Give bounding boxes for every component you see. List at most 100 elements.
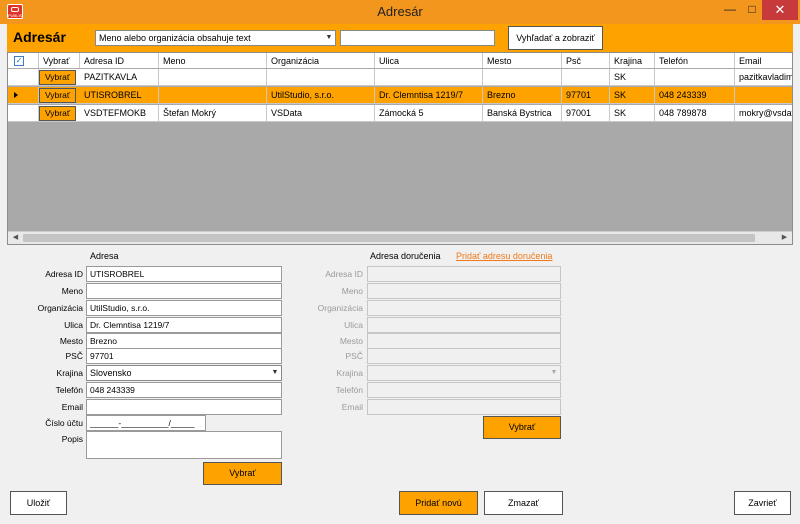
table-cell[interactable]: 048 243339	[655, 87, 735, 103]
search-button[interactable]: Vyhľadať a zobraziť	[508, 26, 603, 50]
address-id-label: Adresa ID	[45, 269, 83, 279]
table-cell[interactable]: pazitkavladimir@	[735, 69, 792, 85]
row-header-cell	[8, 105, 39, 121]
search-input[interactable]	[340, 30, 495, 46]
table-cell[interactable]: 97001	[562, 105, 610, 121]
table-cell[interactable]	[159, 87, 267, 103]
minimize-icon[interactable]: —	[718, 0, 742, 20]
close-icon[interactable]: ✕	[762, 0, 798, 20]
street-label: Ulica	[64, 320, 83, 330]
table-cell[interactable]: mokry@vsdata.s	[735, 105, 792, 121]
street-field[interactable]: Dr. Clemntisa 1219/7	[86, 317, 282, 333]
delivery-email-label: Email	[341, 402, 363, 412]
delete-button[interactable]: Zmazať	[484, 491, 563, 515]
table-cell[interactable]: UTISROBREL	[80, 87, 159, 103]
delivery-country-select: ▼	[367, 365, 561, 381]
organization-field[interactable]: UtilStudio, s.r.o.	[86, 300, 282, 316]
name-field[interactable]	[86, 283, 282, 299]
table-cell[interactable]: PAZITKAVLA	[80, 69, 159, 85]
toolbar-title: Adresár	[13, 29, 66, 45]
table-row[interactable]: Vybrať PAZITKAVLA SK pazitkavladimir@	[8, 69, 792, 86]
delivery-zip-label: PSČ	[345, 351, 363, 361]
table-cell[interactable]: Zámocká 5	[375, 105, 483, 121]
note-label: Popis	[61, 434, 83, 444]
table-cell[interactable]	[562, 69, 610, 85]
close-button[interactable]: Zavrieť	[734, 491, 791, 515]
delivery-city-field	[367, 333, 561, 349]
row-select-button[interactable]: Vybrať	[39, 88, 76, 103]
table-cell[interactable]: VSData	[267, 105, 375, 121]
delivery-name-label: Meno	[341, 286, 363, 296]
table-cell[interactable]: 048 789878	[655, 105, 735, 121]
filter-select[interactable]: Meno alebo organizácia obsahuje text ▼	[95, 30, 336, 46]
horizontal-scrollbar[interactable]: ◀ ▶	[8, 231, 792, 244]
table-cell[interactable]: Dr. Clemntisa 1219/7	[375, 87, 483, 103]
column-header[interactable]: Ulica	[375, 53, 483, 68]
scroll-left-icon[interactable]: ◀	[9, 232, 22, 244]
table-cell[interactable]: UtilStudio, s.r.o.	[267, 87, 375, 103]
email-field[interactable]	[86, 399, 282, 415]
address-select-button[interactable]: Vybrať	[203, 462, 282, 485]
table-cell[interactable]: Banská Bystrica	[483, 105, 562, 121]
city-field[interactable]: Brezno	[86, 333, 282, 349]
column-header[interactable]: Email	[735, 53, 792, 68]
table-cell[interactable]	[267, 69, 375, 85]
chevron-down-icon: ▼	[550, 369, 558, 376]
delivery-email-field	[367, 399, 561, 415]
zip-field[interactable]: 97701	[86, 348, 282, 364]
scroll-right-icon[interactable]: ▶	[778, 232, 791, 244]
table-cell[interactable]	[159, 69, 267, 85]
add-delivery-address-link[interactable]: Pridať adresu doručenia	[456, 251, 552, 261]
current-row-pointer-icon	[14, 92, 18, 98]
phone-label: Telefón	[55, 385, 83, 395]
table-cell[interactable]	[483, 69, 562, 85]
table-cell[interactable]: 97701	[562, 87, 610, 103]
row-select-button[interactable]: Vybrať	[39, 70, 76, 85]
delivery-address-id-label: Adresa ID	[325, 269, 363, 279]
add-new-button[interactable]: Pridať novú	[399, 491, 478, 515]
column-header[interactable]: Adresa ID	[80, 53, 159, 68]
save-button[interactable]: Uložiť	[10, 491, 67, 515]
table-cell[interactable]	[375, 69, 483, 85]
row-header-cell	[8, 87, 39, 103]
table-cell[interactable]: SK	[610, 87, 655, 103]
account-number-field[interactable]: ______-__________/_____	[86, 415, 206, 431]
country-select[interactable]: Slovensko ▼	[86, 365, 282, 381]
select-all-checkbox[interactable]: ✓	[14, 56, 24, 66]
delivery-street-label: Ulica	[344, 320, 363, 330]
country-label: Krajina	[56, 368, 83, 378]
column-header[interactable]: Organizácia	[267, 53, 375, 68]
window-title: Adresár	[377, 4, 423, 19]
delivery-select-button[interactable]: Vybrať	[483, 416, 561, 439]
phone-field[interactable]: 048 243339	[86, 382, 282, 398]
row-select-button[interactable]: Vybrať	[39, 106, 76, 121]
address-id-field[interactable]: UTISROBREL	[86, 266, 282, 282]
column-header[interactable]: Telefón	[655, 53, 735, 68]
table-cell[interactable]: Štefan Mokrý	[159, 105, 267, 121]
column-header[interactable]: Mesto	[483, 53, 562, 68]
table-cell[interactable]: SK	[610, 105, 655, 121]
organization-label: Organizácia	[37, 303, 83, 313]
table-cell[interactable]: SK	[610, 69, 655, 85]
table-row-selected[interactable]: Vybrať UTISROBREL UtilStudio, s.r.o. Dr.…	[8, 87, 792, 104]
maximize-icon[interactable]: □	[742, 0, 762, 20]
scrollbar-thumb[interactable]	[23, 234, 755, 242]
country-select-value: Slovensko	[90, 368, 132, 378]
column-header[interactable]: Meno	[159, 53, 267, 68]
table-row[interactable]: Vybrať VSDTEFMOKB Štefan Mokrý VSData Zá…	[8, 105, 792, 122]
table-cell[interactable]	[655, 69, 735, 85]
zip-label: PSČ	[65, 351, 83, 361]
delivery-street-field	[367, 317, 561, 333]
column-header[interactable]: Psč	[562, 53, 610, 68]
delivery-phone-label: Telefón	[335, 385, 363, 395]
email-label: Email	[61, 402, 83, 412]
note-field[interactable]	[86, 431, 282, 459]
column-header[interactable]: Vybrať	[39, 53, 80, 68]
delivery-organization-field	[367, 300, 561, 316]
table-cell[interactable]	[735, 87, 792, 103]
filter-select-value: Meno alebo organizácia obsahuje text	[99, 33, 251, 43]
table-cell[interactable]: Brezno	[483, 87, 562, 103]
account-number-label: Číslo účtu	[45, 418, 83, 428]
table-cell[interactable]: VSDTEFMOKB	[80, 105, 159, 121]
column-header[interactable]: Krajina	[610, 53, 655, 68]
